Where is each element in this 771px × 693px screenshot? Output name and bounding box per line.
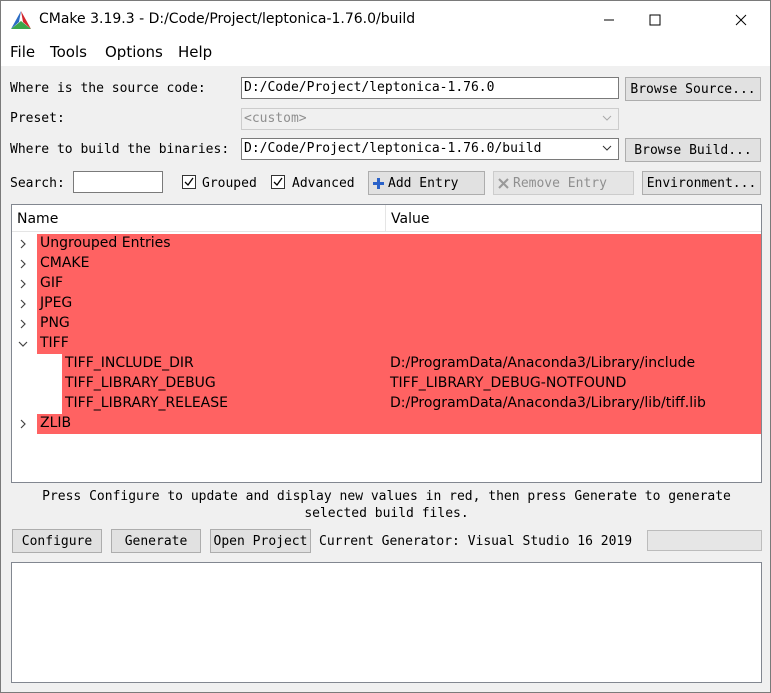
chevron-right-icon[interactable] — [18, 239, 28, 249]
output-log[interactable] — [11, 562, 762, 683]
tree-group-row[interactable]: ZLIB — [12, 414, 761, 434]
grouped-checkbox[interactable] — [182, 175, 196, 189]
generate-button[interactable]: Generate — [111, 529, 201, 553]
plus-icon — [373, 177, 384, 189]
menu-bar: File Tools Options Help — [1, 39, 770, 67]
changed-highlight — [37, 314, 761, 334]
tree-header: Name Value — [12, 205, 761, 232]
changed-highlight — [37, 254, 761, 274]
window-title: CMake 3.19.3 - D:/Code/Project/leptonica… — [39, 11, 416, 27]
maximize-icon — [649, 14, 661, 26]
preset-value: <custom> — [244, 111, 307, 126]
remove-entry-label: Remove Entry — [513, 175, 607, 191]
changed-highlight — [37, 414, 761, 434]
changed-highlight — [37, 274, 761, 294]
tree-group-row[interactable]: Ungrouped Entries — [12, 234, 761, 254]
column-divider[interactable] — [385, 205, 386, 232]
chevron-right-icon[interactable] — [18, 419, 28, 429]
browse-build-button[interactable]: Browse Build... — [625, 138, 761, 162]
entry-name: GIF — [40, 275, 64, 291]
checkmark-icon — [273, 177, 283, 187]
progress-bar — [647, 530, 762, 551]
maximize-button[interactable] — [632, 1, 678, 39]
entry-name: TIFF_INCLUDE_DIR — [65, 355, 194, 371]
add-entry-label: Add Entry — [388, 175, 459, 191]
environment-button[interactable]: Environment... — [642, 171, 761, 195]
browse-source-button[interactable]: Browse Source... — [625, 77, 761, 101]
tree-entry-row[interactable]: TIFF_LIBRARY_DEBUG TIFF_LIBRARY_DEBUG-NOT… — [12, 374, 761, 394]
changed-highlight — [37, 334, 761, 354]
preset-select: <custom> — [241, 108, 619, 130]
remove-icon — [498, 177, 509, 189]
minimize-icon — [604, 19, 614, 21]
column-header-value[interactable]: Value — [391, 211, 429, 227]
checkmark-icon — [184, 177, 194, 187]
entry-name: PNG — [40, 315, 70, 331]
menu-file[interactable]: File — [10, 43, 35, 61]
chevron-right-icon[interactable] — [18, 319, 28, 329]
build-path-value: D:/Code/Project/leptonica-1.76.0/build — [244, 141, 542, 156]
advanced-checkbox[interactable] — [271, 175, 285, 189]
search-input[interactable] — [73, 171, 163, 193]
build-path-select[interactable]: D:/Code/Project/leptonica-1.76.0/build — [241, 138, 619, 160]
add-entry-button[interactable]: Add Entry — [368, 171, 485, 195]
entry-name: ZLIB — [40, 415, 72, 431]
search-label: Search: — [10, 176, 65, 191]
menu-help[interactable]: Help — [178, 43, 212, 61]
tree-group-row[interactable]: TIFF — [12, 334, 761, 354]
changed-highlight — [37, 294, 761, 314]
configure-hint: Press Configure to update and display ne… — [11, 488, 762, 522]
entry-name: JPEG — [40, 295, 73, 311]
tree-group-row[interactable]: GIF — [12, 274, 761, 294]
cmake-logo-icon — [11, 11, 31, 29]
chevron-down-icon[interactable] — [18, 339, 28, 349]
hint-line-1: Press Configure to update and display ne… — [42, 489, 731, 504]
entry-value[interactable]: D:/ProgramData/Anaconda3/Library/include — [390, 355, 695, 371]
open-project-button[interactable]: Open Project — [210, 529, 311, 553]
source-label: Where is the source code: — [10, 81, 206, 96]
chevron-right-icon[interactable] — [18, 299, 28, 309]
chevron-down-icon — [602, 115, 612, 121]
remove-entry-button[interactable]: Remove Entry — [493, 171, 634, 195]
entry-value[interactable]: TIFF_LIBRARY_DEBUG-NOTFOUND — [390, 375, 626, 391]
entry-name: Ungrouped Entries — [40, 235, 171, 251]
configure-button[interactable]: Configure — [12, 529, 102, 553]
preset-label: Preset: — [10, 111, 65, 126]
entry-name: TIFF_LIBRARY_DEBUG — [65, 375, 216, 391]
tree-entry-row[interactable]: TIFF_INCLUDE_DIR D:/ProgramData/Anaconda3… — [12, 354, 761, 374]
tree-group-row[interactable]: CMAKE — [12, 254, 761, 274]
current-generator-text: Current Generator: Visual Studio 16 2019 — [319, 534, 633, 549]
tree-group-row[interactable]: JPEG — [12, 294, 761, 314]
minimize-button[interactable] — [586, 1, 632, 39]
entry-name: CMAKE — [40, 255, 90, 271]
title-bar: CMake 3.19.3 - D:/Code/Project/leptonica… — [1, 1, 770, 39]
advanced-label: Advanced — [292, 176, 355, 191]
cache-tree[interactable]: Name Value Ungrouped Entries CMAKE GIF JPEG… — [11, 204, 762, 483]
chevron-right-icon[interactable] — [18, 259, 28, 269]
entry-value[interactable]: D:/ProgramData/Anaconda3/Library/lib/tif… — [390, 395, 706, 411]
entry-name: TIFF — [40, 335, 69, 351]
chevron-down-icon — [602, 145, 612, 151]
cmake-window: CMake 3.19.3 - D:/Code/Project/leptonica… — [0, 0, 771, 693]
grouped-label: Grouped — [202, 176, 257, 191]
tree-group-row[interactable]: PNG — [12, 314, 761, 334]
close-icon — [735, 14, 747, 26]
tree-entry-row[interactable]: TIFF_LIBRARY_RELEASE D:/ProgramData/Anaco… — [12, 394, 761, 414]
build-label: Where to build the binaries: — [10, 142, 230, 157]
chevron-right-icon[interactable] — [18, 279, 28, 289]
entry-name: TIFF_LIBRARY_RELEASE — [65, 395, 228, 411]
source-path-field[interactable]: D:/Code/Project/leptonica-1.76.0 — [241, 77, 619, 99]
menu-tools[interactable]: Tools — [50, 43, 87, 61]
hint-line-2: selected build files. — [304, 506, 469, 521]
column-header-name[interactable]: Name — [17, 211, 58, 227]
menu-options[interactable]: Options — [105, 43, 163, 61]
close-button[interactable] — [718, 1, 764, 39]
